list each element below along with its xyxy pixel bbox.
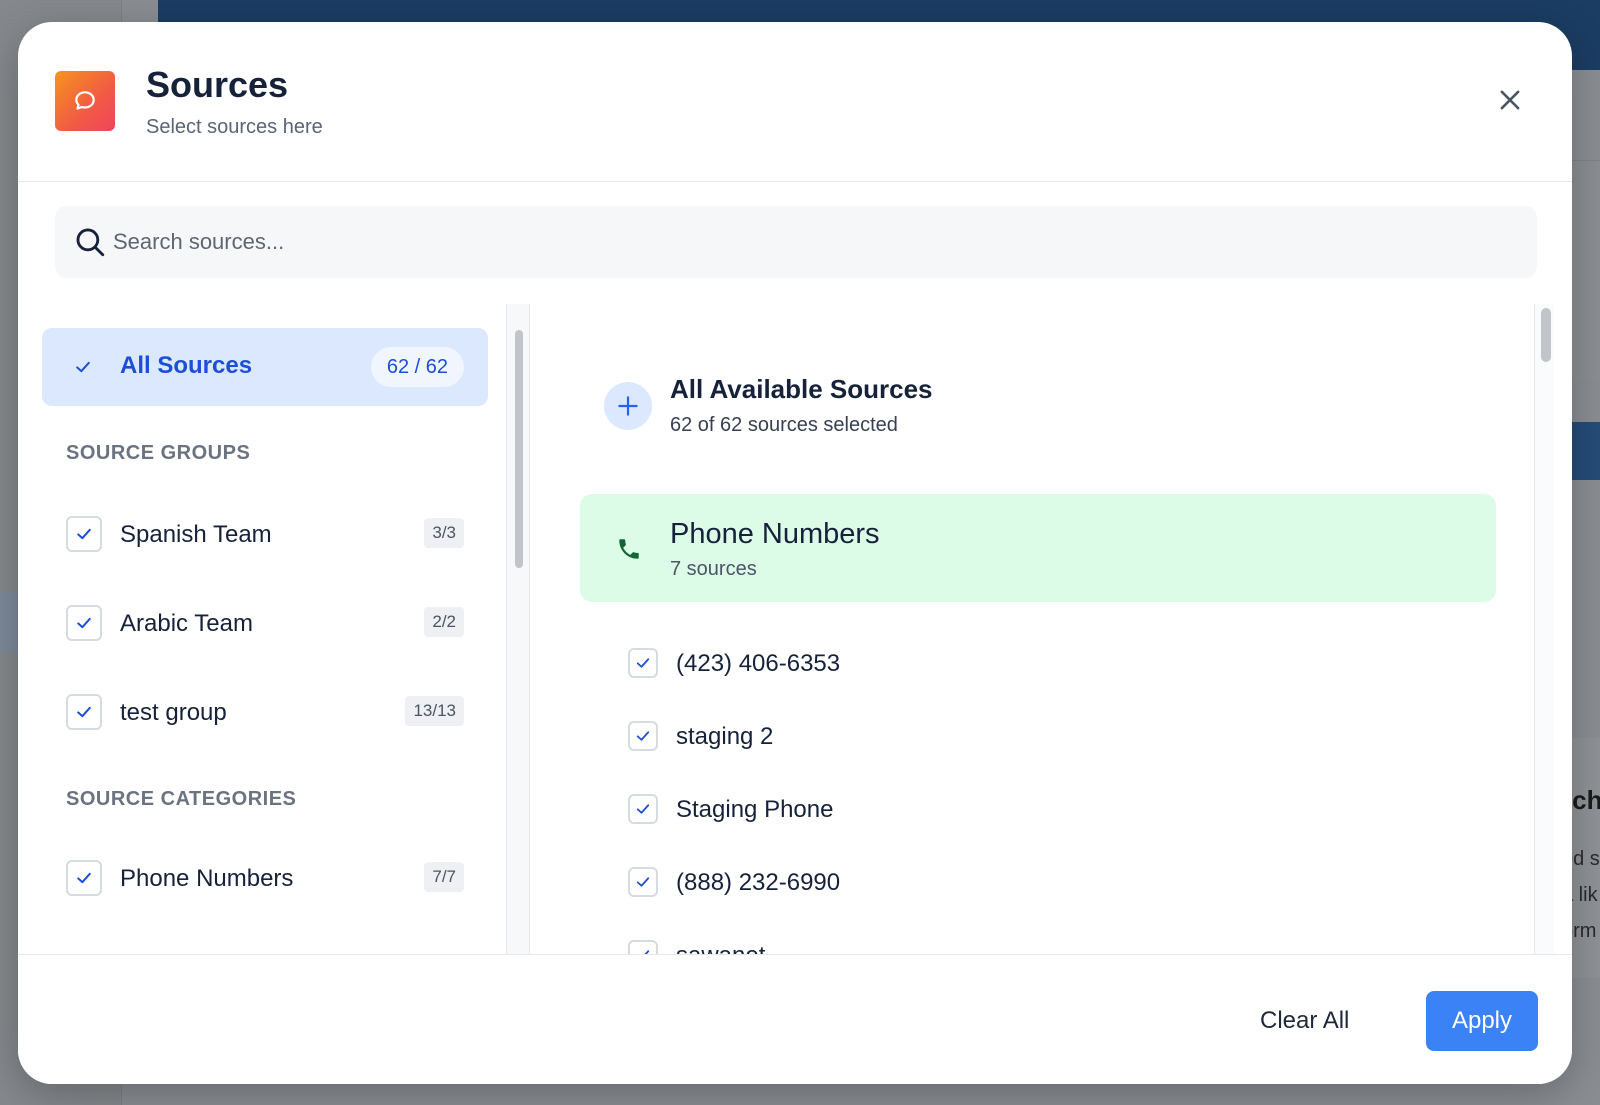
chat-bubble-icon — [55, 71, 115, 131]
background-stripe — [0, 592, 18, 652]
group-count: 3/3 — [424, 518, 464, 548]
all-sources-item[interactable]: All Sources 62 / 62 — [42, 328, 488, 406]
modal-footer: Clear All Apply — [18, 954, 1572, 1084]
source-categories-heading: SOURCE CATEGORIES — [66, 788, 297, 810]
source-groups-heading: SOURCE GROUPS — [66, 442, 251, 464]
sources-modal: Sources Select sources here All Sources … — [18, 22, 1572, 1084]
group-label: test group — [120, 699, 227, 726]
clear-all-button[interactable]: Clear All — [1252, 999, 1357, 1043]
phone-icon — [619, 539, 639, 559]
check-icon — [77, 872, 91, 884]
check-icon — [77, 528, 91, 540]
check-icon — [636, 731, 650, 741]
source-label: (423) 406-6353 — [676, 650, 841, 677]
apply-button[interactable]: Apply — [1426, 991, 1538, 1051]
search-icon — [76, 228, 105, 257]
right-panel: All Available Sources 62 of 62 sources s… — [530, 304, 1534, 954]
close-button[interactable] — [1492, 82, 1528, 118]
category-label: Phone Numbers — [120, 865, 294, 892]
check-icon — [644, 950, 650, 954]
check-icon — [77, 706, 91, 718]
all-sources-checkbox[interactable] — [66, 350, 100, 384]
category-card-title: Phone Numbers — [670, 518, 880, 550]
source-checkbox[interactable] — [628, 721, 658, 751]
source-item[interactable]: (888) 232-6990 — [628, 853, 1428, 913]
left-scrollbar-track — [506, 304, 530, 954]
source-label: Staging Phone — [676, 796, 834, 823]
source-label: staging 2 — [676, 723, 774, 750]
source-group-item[interactable]: Spanish Team 3/3 — [42, 496, 488, 572]
source-checkbox[interactable] — [628, 940, 658, 954]
source-item[interactable]: (423) 406-6353 — [628, 634, 1428, 694]
source-group-item[interactable]: test group 13/13 — [42, 674, 488, 750]
plus-icon — [618, 396, 638, 416]
close-icon — [1500, 90, 1520, 110]
source-checkbox[interactable] — [628, 867, 658, 897]
category-card-phone-numbers[interactable]: Phone Numbers 7 sources — [580, 494, 1496, 602]
search-box — [55, 206, 1537, 278]
add-all-button[interactable] — [604, 382, 652, 430]
check-icon — [636, 877, 650, 887]
left-panel: All Sources 62 / 62 SOURCE GROUPS Spanis… — [18, 304, 506, 954]
source-label: sawanet — [676, 942, 765, 954]
available-sources-title: All Available Sources — [670, 374, 933, 404]
source-checkbox[interactable] — [628, 794, 658, 824]
source-label: (888) 232-6990 — [676, 869, 841, 896]
check-icon — [636, 658, 650, 668]
check-icon — [636, 804, 650, 814]
source-item[interactable]: staging 2 — [628, 707, 1428, 767]
group-label: Arabic Team — [120, 610, 253, 637]
background-blue-bar — [1572, 422, 1600, 480]
right-scrollbar-thumb[interactable] — [1541, 308, 1551, 362]
group-checkbox[interactable] — [66, 516, 102, 552]
search-input[interactable] — [113, 206, 1513, 278]
source-item[interactable]: Staging Phone — [628, 780, 1428, 840]
all-sources-count: 62 / 62 — [370, 347, 464, 387]
modal-title: Sources — [146, 64, 289, 105]
group-checkbox[interactable] — [66, 694, 102, 730]
available-sources-subtitle: 62 of 62 sources selected — [670, 414, 898, 436]
check-icon — [76, 361, 90, 373]
source-group-item[interactable]: Arabic Team 2/2 — [42, 585, 488, 661]
background-card — [1572, 160, 1600, 380]
category-card-subtitle: 7 sources — [670, 558, 757, 580]
source-category-item[interactable]: Phone Numbers 7/7 — [42, 840, 488, 916]
left-scrollbar-thumb[interactable] — [515, 330, 523, 568]
source-item[interactable]: sawanet — [628, 926, 1428, 954]
group-count: 13/13 — [405, 696, 464, 726]
category-checkbox[interactable] — [66, 860, 102, 896]
category-count: 7/7 — [424, 862, 464, 892]
group-count: 2/2 — [424, 607, 464, 637]
check-icon — [77, 617, 91, 629]
modal-header: Sources Select sources here — [18, 22, 1572, 182]
group-checkbox[interactable] — [66, 605, 102, 641]
source-checkbox[interactable] — [628, 648, 658, 678]
modal-subtitle: Select sources here — [146, 116, 323, 138]
right-scrollbar-track — [1534, 304, 1554, 954]
all-sources-label: All Sources — [120, 352, 253, 379]
group-label: Spanish Team — [120, 521, 272, 548]
